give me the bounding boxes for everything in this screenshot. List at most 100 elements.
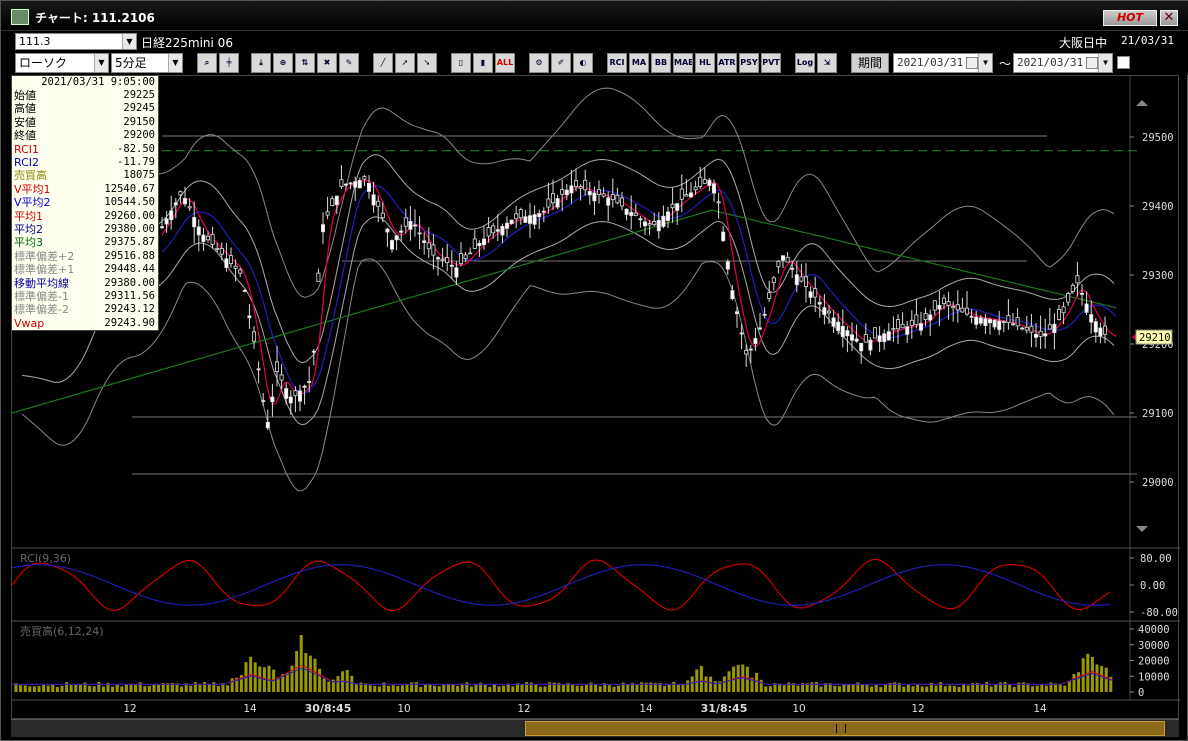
volume-bar	[1104, 667, 1108, 692]
volume-bar	[1040, 684, 1044, 692]
time-label: 12	[911, 703, 924, 715]
info-row: 移動平均線 29380.00	[12, 277, 158, 291]
volume-bar	[833, 685, 837, 692]
compare-icon[interactable]: ⇅	[295, 53, 315, 73]
volume-bar	[373, 685, 377, 692]
ma-button[interactable]: MA	[629, 53, 649, 73]
zoom-icon[interactable]: ⌕	[197, 53, 217, 73]
candle	[242, 290, 247, 292]
symbol-select[interactable]: 111.3 ▼	[15, 33, 137, 50]
candle	[1070, 284, 1075, 292]
info-label: 終値	[14, 129, 36, 143]
draw-arrow-icon[interactable]: ➘	[417, 53, 437, 73]
volume-bar	[226, 685, 230, 692]
export-icon[interactable]: ⇲	[817, 53, 837, 73]
scroll-down-icon	[1136, 526, 1148, 532]
info-value: 29150	[123, 115, 155, 128]
mae-button[interactable]: MAE	[673, 53, 693, 73]
chevron-down-icon[interactable]: ▼	[1098, 54, 1112, 72]
info-label: 安値	[14, 115, 36, 129]
arrow-down-icon[interactable]: ⤓	[251, 53, 271, 73]
candle-narrow-icon[interactable]: ▮	[473, 53, 493, 73]
pencil-icon[interactable]: ✎	[339, 53, 359, 73]
volume-bar	[152, 684, 156, 692]
candle	[767, 292, 772, 299]
candle	[468, 252, 473, 255]
info-label: 標準偏差+1	[14, 263, 75, 277]
volume-bar	[285, 673, 289, 692]
candle	[481, 238, 486, 246]
close-icon[interactable]: ✕	[1160, 10, 1178, 26]
psy-button[interactable]: PSY	[739, 53, 759, 73]
window-title: チャート: 111.2106	[35, 11, 155, 25]
candle-width-icon[interactable]: ▯	[451, 53, 471, 73]
trend-line-icon[interactable]: ╱	[373, 53, 393, 73]
log-button[interactable]: Log	[795, 53, 815, 73]
chevron-down-icon[interactable]: ▼	[978, 54, 992, 72]
period-button[interactable]: 期間	[851, 53, 889, 73]
hot-button[interactable]: HOT	[1103, 10, 1157, 26]
candle	[187, 206, 192, 209]
candle	[159, 226, 164, 229]
candle	[675, 203, 680, 211]
crosshair-icon[interactable]: ╪	[219, 53, 239, 73]
candle	[311, 350, 316, 353]
calendar-icon[interactable]	[1086, 57, 1098, 69]
chart-area[interactable]: 29500 29400 29300 29200 29100 29000 29210 80.00…	[11, 75, 1180, 720]
all-button[interactable]: ALL	[495, 53, 515, 73]
candle	[362, 176, 367, 180]
settings-icon[interactable]: ⚙	[529, 53, 549, 73]
eraser-icon[interactable]: ✖	[317, 53, 337, 73]
candle	[394, 235, 399, 241]
candle	[454, 267, 459, 278]
title-bar[interactable]: チャート: 111.2106 HOT ✕	[1, 1, 1188, 31]
cursor-icon[interactable]: ➚	[395, 53, 415, 73]
volume-bar	[157, 684, 161, 692]
atr-button[interactable]: ATR	[717, 53, 737, 73]
palette-icon[interactable]: ◐	[573, 53, 593, 73]
info-row: RCI2 -11.79	[12, 156, 158, 170]
grip-icon	[836, 724, 846, 733]
hl-button[interactable]: HL	[695, 53, 715, 73]
bb-button[interactable]: BB	[651, 53, 671, 73]
chevron-down-icon[interactable]: ▼	[122, 34, 136, 49]
candle	[620, 197, 625, 207]
info-row: 始値 29225	[12, 89, 158, 103]
candle	[744, 350, 749, 355]
interval-select[interactable]: 5分足 ▼	[111, 53, 183, 73]
candle	[551, 193, 556, 204]
volume-bar	[920, 686, 924, 692]
volume-bar	[88, 685, 92, 692]
end-date-checkbox[interactable]	[1117, 56, 1130, 69]
volume-bar	[837, 686, 841, 692]
rci-button[interactable]: RCI	[607, 53, 627, 73]
volume-bar	[391, 685, 395, 692]
chart-type-select[interactable]: ローソク ▼	[15, 53, 109, 73]
candle	[486, 227, 491, 237]
price-chart[interactable]: 29500 29400 29300 29200 29100 29000 29210 80.00…	[12, 76, 1180, 720]
horizontal-scrollbar[interactable]	[11, 719, 1179, 737]
paint-icon[interactable]: ✐	[551, 53, 571, 73]
time-label: 12	[517, 703, 530, 715]
candle	[316, 272, 321, 282]
end-date-field[interactable]: 2021/03/31 ▼	[1013, 53, 1113, 73]
candle	[205, 235, 210, 241]
volume-bar	[870, 686, 874, 692]
calendar-icon[interactable]	[966, 57, 978, 69]
candle	[942, 297, 947, 304]
pvt-button[interactable]: PVT	[761, 53, 781, 73]
scroll-thumb[interactable]	[525, 721, 1165, 736]
start-date-field[interactable]: 2021/03/31 ▼	[893, 53, 993, 73]
volume-bar	[534, 684, 538, 692]
info-value: 29375.87	[104, 236, 155, 249]
candle	[633, 212, 638, 216]
volume-bar	[879, 686, 883, 692]
rci2-line	[12, 564, 1111, 606]
volume-bar	[1095, 664, 1099, 692]
zoom-fit-icon[interactable]: ⊕	[273, 53, 293, 73]
chevron-down-icon[interactable]: ▼	[94, 54, 108, 72]
volume-bar	[584, 684, 588, 692]
candle	[376, 200, 381, 207]
candle	[739, 332, 744, 335]
chevron-down-icon[interactable]: ▼	[168, 54, 182, 72]
